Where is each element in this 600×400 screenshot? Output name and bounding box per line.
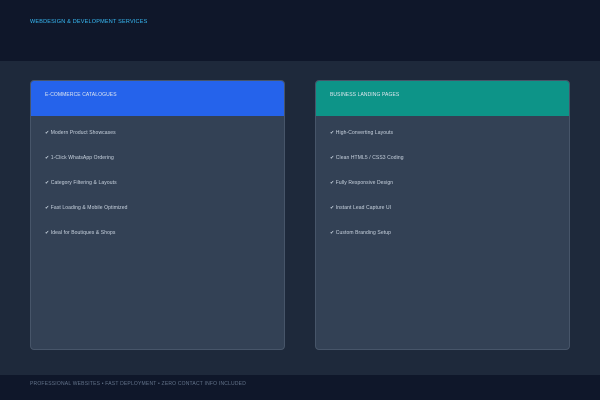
page: WEBDESIGN & DEVELOPMENT SERVICES E-COMME… xyxy=(0,0,600,400)
list-item: ✔ Category Filtering & Layouts xyxy=(45,180,117,186)
list-item: ✔ Clean HTML5 / CSS3 Coding xyxy=(330,155,404,161)
list-item: ✔ Modern Product Showcases xyxy=(45,130,116,136)
page-title: WEBDESIGN & DEVELOPMENT SERVICES xyxy=(30,19,148,25)
list-item: ✔ Instant Lead Capture UI xyxy=(330,205,392,211)
list-item: ✔ 1-Click WhatsApp Ordering xyxy=(45,155,114,161)
list-item: ✔ Fully Responsive Design xyxy=(330,180,394,186)
feature-list: ✔ High-Converting Layouts ✔ Clean HTML5 … xyxy=(316,116,569,255)
list-item: ✔ Custom Branding Setup xyxy=(330,230,391,236)
card-header: E-COMMERCE CATALOGUES xyxy=(31,81,284,116)
list-item: ✔ High-Converting Layouts xyxy=(330,130,394,136)
list-item: ✔ Ideal for Boutiques & Shops xyxy=(45,230,116,236)
feature-list: ✔ Modern Product Showcases ✔ 1-Click Wha… xyxy=(31,116,284,255)
ecommerce-catalogues-card: E-COMMERCE CATALOGUES ✔ Modern Product S… xyxy=(30,80,285,350)
list-item: ✔ Fast Loading & Mobile Optimized xyxy=(45,205,128,211)
card-title: BUSINESS LANDING PAGES xyxy=(330,92,400,98)
header: WEBDESIGN & DEVELOPMENT SERVICES xyxy=(0,0,600,61)
footer: PROFESSIONAL WEBSITES • FAST DEPLOYMENT … xyxy=(0,375,600,400)
footer-text: PROFESSIONAL WEBSITES • FAST DEPLOYMENT … xyxy=(30,381,247,387)
business-landing-pages-card: BUSINESS LANDING PAGES ✔ High-Converting… xyxy=(315,80,570,350)
card-title: E-COMMERCE CATALOGUES xyxy=(45,92,117,98)
card-header: BUSINESS LANDING PAGES xyxy=(316,81,569,116)
